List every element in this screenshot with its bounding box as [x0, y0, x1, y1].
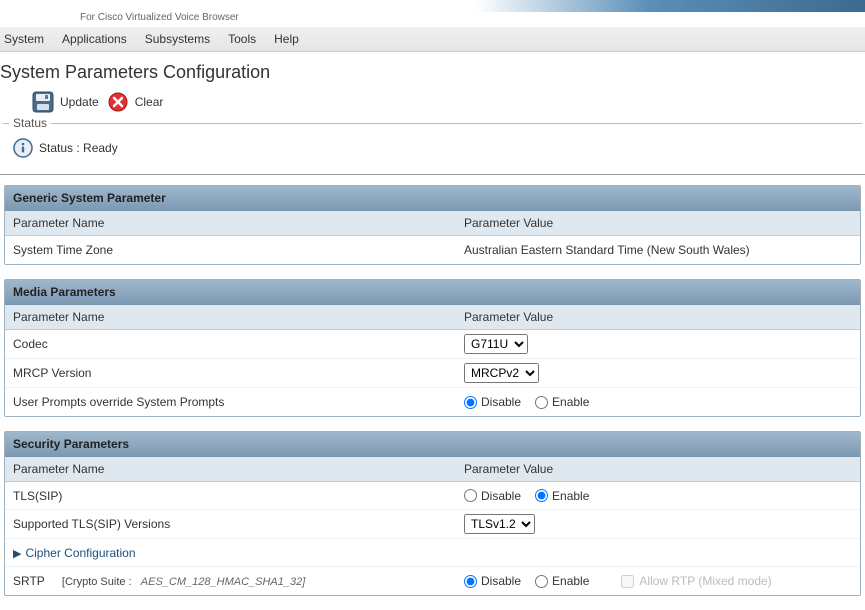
srtp-disable-radio[interactable]	[464, 575, 477, 588]
override-disable-label: Disable	[481, 395, 521, 409]
col-header-name: Parameter Name	[5, 211, 455, 235]
section-generic: Generic System Parameter Parameter Name …	[4, 185, 861, 265]
section-generic-header: Generic System Parameter	[5, 186, 860, 211]
cipher-toggle[interactable]: ▶ Cipher Configuration	[13, 546, 136, 560]
tls-disable-label: Disable	[481, 489, 521, 503]
tls-disable-radio[interactable]	[464, 489, 477, 502]
save-icon	[32, 91, 54, 113]
cipher-label: Cipher Configuration	[25, 546, 135, 560]
row-codec: Codec G711U	[5, 330, 860, 359]
override-disable-radio[interactable]	[464, 396, 477, 409]
override-enable-label: Enable	[552, 395, 589, 409]
param-name-timezone: System Time Zone	[5, 238, 455, 262]
srtp-enable-label: Enable	[552, 574, 589, 588]
col-header-name: Parameter Name	[5, 305, 455, 329]
tlsver-select[interactable]: TLSv1.2	[464, 514, 535, 534]
param-name-srtp: SRTP	[13, 574, 45, 588]
row-tls: TLS(SIP) Disable Enable	[5, 482, 860, 510]
param-name-tls: TLS(SIP)	[5, 484, 455, 508]
param-name-override: User Prompts override System Prompts	[5, 390, 455, 414]
info-icon	[13, 138, 33, 158]
allow-rtp-checkbox	[621, 575, 634, 588]
clear-icon	[107, 91, 129, 113]
mrcp-select[interactable]: MRCPv2	[464, 363, 539, 383]
tls-enable-radio[interactable]	[535, 489, 548, 502]
row-override: User Prompts override System Prompts Dis…	[5, 388, 860, 416]
toolbar: Update Clear	[0, 91, 865, 123]
param-name-tlsver: Supported TLS(SIP) Versions	[5, 512, 455, 536]
product-subtitle: For Cisco Virtualized Voice Browser	[0, 12, 865, 27]
section-security: Security Parameters Parameter Name Param…	[4, 431, 861, 596]
update-label: Update	[60, 95, 99, 109]
allow-rtp-label: Allow RTP (Mixed mode)	[639, 574, 771, 588]
col-header-value: Parameter Value	[455, 211, 860, 235]
override-enable-radio[interactable]	[535, 396, 548, 409]
srtp-enable-radio[interactable]	[535, 575, 548, 588]
menu-subsystems[interactable]: Subsystems	[145, 32, 210, 46]
section-media-header: Media Parameters	[5, 280, 860, 305]
update-button[interactable]: Update	[32, 91, 99, 113]
section-security-header: Security Parameters	[5, 432, 860, 457]
col-header-value: Parameter Value	[455, 457, 860, 481]
expand-icon: ▶	[13, 548, 21, 560]
row-timezone: System Time Zone Australian Eastern Stan…	[5, 236, 860, 264]
tls-enable-label: Enable	[552, 489, 589, 503]
menu-applications[interactable]: Applications	[62, 32, 127, 46]
col-header-name: Parameter Name	[5, 457, 455, 481]
row-tlsver: Supported TLS(SIP) Versions TLSv1.2	[5, 510, 860, 539]
status-text: Status : Ready	[39, 141, 118, 155]
row-srtp: SRTP [Crypto Suite : AES_CM_128_HMAC_SHA…	[5, 567, 860, 595]
menubar: System Applications Subsystems Tools Hel…	[0, 27, 865, 52]
divider	[0, 174, 865, 175]
page-title: System Parameters Configuration	[0, 52, 865, 91]
srtp-disable-label: Disable	[481, 574, 521, 588]
clear-label: Clear	[135, 95, 164, 109]
status-legend: Status	[9, 116, 51, 130]
crypto-suite-label: [Crypto Suite :	[62, 576, 132, 588]
status-group: Status Status : Ready	[3, 123, 862, 164]
header-strip	[0, 0, 865, 12]
codec-select[interactable]: G711U	[464, 334, 528, 354]
col-header-value: Parameter Value	[455, 305, 860, 329]
section-media: Media Parameters Parameter Name Paramete…	[4, 279, 861, 417]
clear-button[interactable]: Clear	[107, 91, 164, 113]
menu-help[interactable]: Help	[274, 32, 299, 46]
menu-tools[interactable]: Tools	[228, 32, 256, 46]
row-cipher: ▶ Cipher Configuration	[5, 539, 860, 567]
row-mrcp: MRCP Version MRCPv2	[5, 359, 860, 388]
param-value-timezone: Australian Eastern Standard Time (New So…	[455, 239, 860, 261]
param-name-codec: Codec	[5, 332, 455, 356]
menu-system[interactable]: System	[4, 32, 44, 46]
param-name-mrcp: MRCP Version	[5, 361, 455, 385]
crypto-suite-value: AES_CM_128_HMAC_SHA1_32]	[141, 576, 305, 588]
